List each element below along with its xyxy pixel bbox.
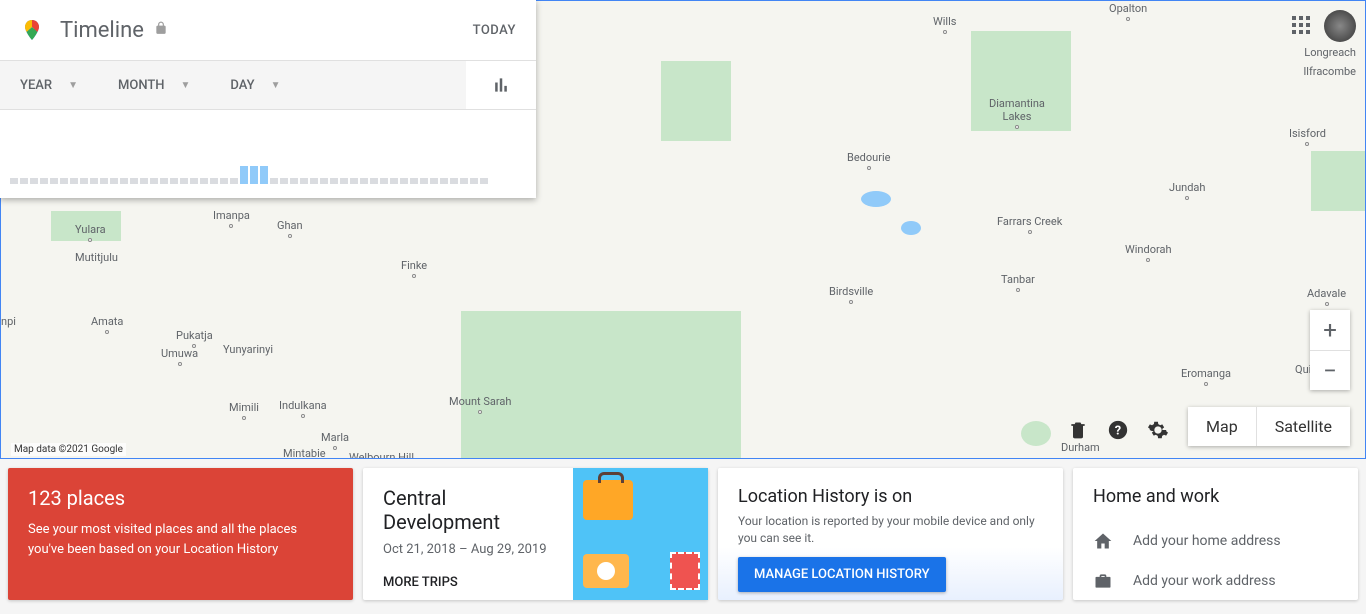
- svg-text:?: ?: [1115, 424, 1121, 439]
- map-type-map[interactable]: Map: [1188, 407, 1256, 446]
- zoom-in-button[interactable]: +: [1310, 310, 1350, 350]
- lock-icon: [154, 21, 168, 39]
- location-history-card: Location History is on Your location is …: [718, 468, 1063, 600]
- year-selector[interactable]: YEAR▼: [0, 61, 98, 109]
- month-selector[interactable]: MONTH▼: [98, 61, 210, 109]
- google-apps-icon[interactable]: [1292, 16, 1312, 36]
- home-work-card: Home and work Add your home address Add …: [1073, 468, 1358, 600]
- location-history-desc: Your location is reported by your mobile…: [738, 513, 1043, 547]
- chevron-down-icon: ▼: [271, 80, 281, 91]
- map-label: Longreach Ilfracombe: [1303, 46, 1356, 78]
- bar-chart-icon: [491, 75, 511, 95]
- today-button[interactable]: TODAY: [473, 23, 516, 38]
- day-selector[interactable]: DAY▼: [210, 61, 300, 109]
- manage-location-history-button[interactable]: MANAGE LOCATION HISTORY: [738, 557, 946, 592]
- google-maps-logo-icon: [20, 18, 44, 42]
- add-work-address[interactable]: Add your work address: [1093, 561, 1338, 601]
- home-work-title: Home and work: [1093, 486, 1338, 507]
- home-address-label: Add your home address: [1133, 533, 1281, 549]
- trip-illustration: [573, 468, 708, 600]
- home-icon: [1093, 531, 1113, 551]
- briefcase-icon: [1093, 571, 1113, 591]
- zoom-out-button[interactable]: −: [1310, 350, 1350, 390]
- page-title: Timeline: [60, 18, 144, 43]
- add-home-address[interactable]: Add your home address: [1093, 521, 1338, 561]
- chart-toggle-button[interactable]: [466, 61, 536, 109]
- trip-card[interactable]: Central Development Oct 21, 2018 – Aug 2…: [363, 468, 708, 600]
- trip-title: Central Development: [383, 486, 553, 534]
- places-card[interactable]: 123 places See your most visited places …: [8, 468, 353, 600]
- account-avatar[interactable]: [1324, 10, 1356, 42]
- map-attribution: Map data ©2021 Google: [11, 443, 126, 456]
- gear-icon: [1147, 419, 1169, 441]
- map-type-switcher: Map Satellite: [1188, 407, 1350, 446]
- work-address-label: Add your work address: [1133, 573, 1276, 589]
- location-history-title: Location History is on: [738, 486, 1043, 507]
- trip-date-range: Oct 21, 2018 – Aug 29, 2019: [383, 542, 553, 557]
- help-icon: ?: [1107, 419, 1129, 441]
- places-title: 123 places: [28, 486, 333, 510]
- delete-button[interactable]: [1066, 418, 1090, 442]
- chevron-down-icon: ▼: [181, 80, 191, 91]
- chevron-down-icon: ▼: [68, 80, 78, 91]
- help-button[interactable]: ?: [1106, 418, 1130, 442]
- more-trips-button[interactable]: MORE TRIPS: [383, 575, 553, 590]
- timeline-scrubber[interactable]: [0, 110, 536, 198]
- trash-icon: [1068, 420, 1088, 440]
- settings-button[interactable]: [1146, 418, 1170, 442]
- places-desc: See your most visited places and all the…: [28, 520, 333, 559]
- zoom-controls: + −: [1310, 310, 1350, 390]
- timeline-panel: Timeline TODAY YEAR▼ MONTH▼ DAY▼: [0, 0, 536, 198]
- map-type-satellite[interactable]: Satellite: [1256, 407, 1350, 446]
